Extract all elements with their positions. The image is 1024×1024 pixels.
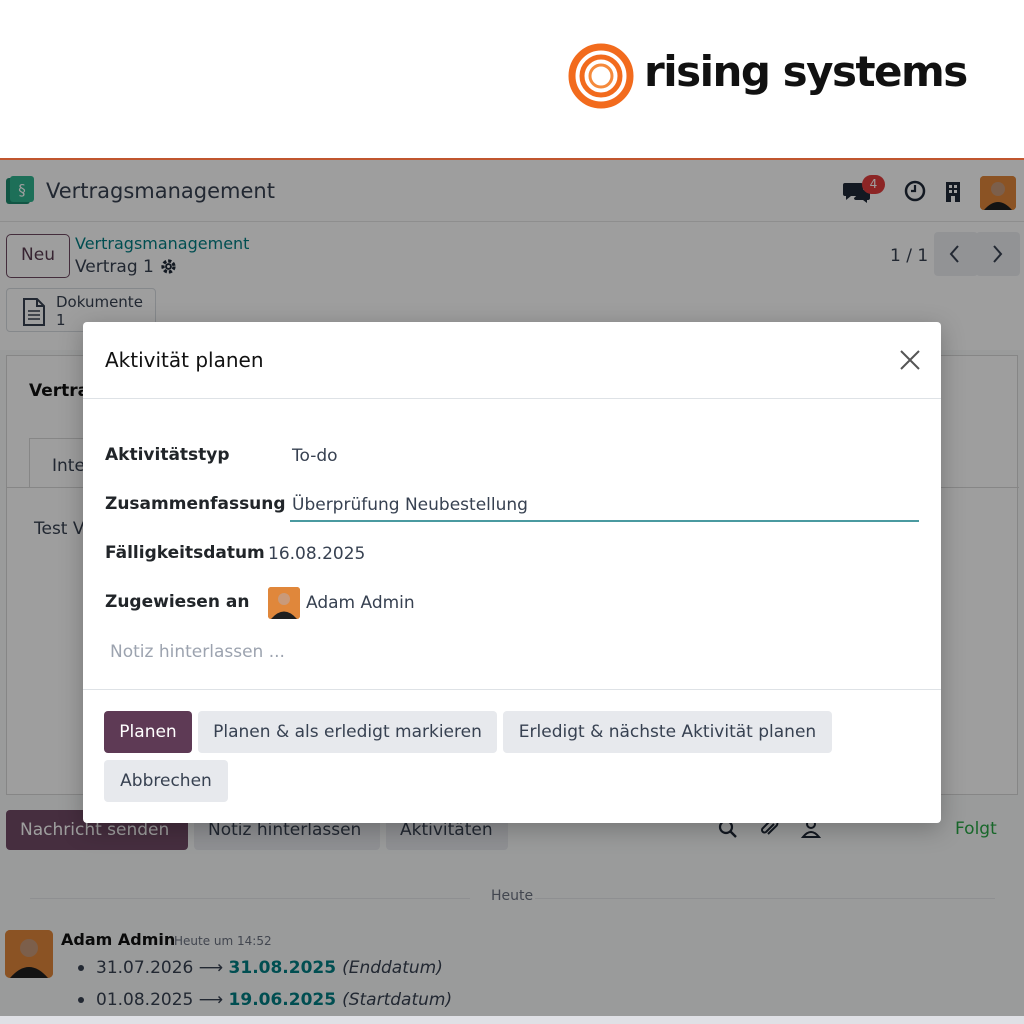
summary-label: Zusammenfassung — [105, 494, 286, 514]
dialog-header-divider — [83, 398, 941, 399]
bottom-strip — [0, 1016, 1024, 1024]
dialog-footer-divider — [83, 689, 941, 690]
rising-systems-logo-icon — [568, 43, 634, 109]
assigned-to-label: Zugewiesen an — [105, 592, 250, 612]
cancel-button[interactable]: Abbrechen — [104, 760, 228, 802]
dialog-title: Aktivität planen — [105, 348, 264, 372]
brand-header: rising systems — [0, 0, 1024, 158]
due-date-label: Fälligkeitsdatum — [105, 543, 265, 563]
person-avatar-icon — [268, 587, 300, 619]
brand-name: rising systems — [644, 47, 968, 96]
activity-type-field[interactable]: To-do — [292, 446, 338, 466]
activity-type-label: Aktivitätstyp — [105, 445, 230, 465]
done-and-schedule-next-button[interactable]: Erledigt & nächste Aktivität planen — [503, 711, 832, 753]
note-input[interactable]: Notiz hinterlassen ... — [110, 642, 285, 662]
assigned-to-field[interactable]: Adam Admin — [306, 593, 415, 613]
summary-input[interactable]: Überprüfung Neubestellung — [292, 495, 528, 515]
plan-button[interactable]: Planen — [104, 711, 192, 753]
schedule-activity-dialog: Aktivität planen Aktivitätstyp To-do Zus… — [83, 322, 941, 823]
due-date-field[interactable]: 16.08.2025 — [268, 544, 365, 564]
close-icon[interactable] — [899, 349, 921, 371]
summary-input-underline — [290, 520, 919, 522]
plan-and-mark-done-button[interactable]: Planen & als erledigt markieren — [198, 711, 497, 753]
assignee-avatar — [268, 587, 300, 619]
